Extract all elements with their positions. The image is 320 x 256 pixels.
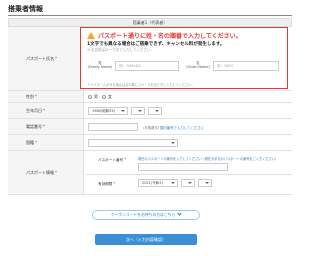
passport-name-box: パスポート通りに姓・名の順番で入力してください。 1文字でも異なる場合はご搭乗で…: [80, 27, 288, 89]
chevron-down-icon: [188, 182, 192, 184]
gender-male-label: 男: [94, 94, 98, 99]
phone-row: 電話番号* （半角数字） 国内番号で入力してください: [8, 119, 292, 135]
gender-male-radio[interactable]: [88, 95, 92, 99]
chevron-down-icon: [138, 110, 142, 112]
given-name-label: 名 (Given Name): [186, 61, 210, 69]
passport-number-input[interactable]: [138, 163, 228, 171]
birth-year-select[interactable]: 1980(昭和55): [88, 107, 128, 115]
birth-month-select[interactable]: [131, 107, 145, 115]
surname-label: 姓 (Family Name): [87, 61, 113, 69]
passenger-form-table: 搭乗者1（代表者）: [8, 18, 292, 27]
warning-row: パスポート通りに姓・名の順番で入力してください。: [87, 31, 242, 40]
gender-label: 性別*: [26, 94, 37, 99]
gender-row: 性別* 男 女: [8, 91, 292, 103]
expiry-month-select[interactable]: [181, 179, 195, 187]
chevron-down-icon: [177, 211, 182, 216]
expiry-label: 有効期限*: [98, 181, 116, 186]
chevron-down-icon: [121, 110, 125, 112]
middle-name-note: ミドルネームがある場合は名の欄にスペースを空けずに入力してください。: [87, 83, 195, 87]
expiry-year-select[interactable]: 2021(令和3): [138, 179, 178, 187]
birth-day-select[interactable]: [148, 107, 162, 115]
chevron-down-icon: [205, 182, 209, 184]
chevron-down-icon: [155, 110, 159, 112]
nationality-select[interactable]: [88, 139, 178, 147]
phone-input[interactable]: [88, 123, 138, 131]
title-divider: [8, 15, 292, 16]
coupon-code-button[interactable]: クーポンコードをお持ちの方はこちら: [92, 210, 200, 220]
chevron-down-icon: [171, 142, 175, 144]
mismatch-note: 1文字でも異なる場合はご搭乗できず、キャンセル料が発生します。: [87, 42, 225, 47]
phone-label: 電話番号*: [26, 124, 45, 129]
passport-number-label: パスポート番号*: [98, 157, 127, 162]
sub-divider: [86, 174, 292, 175]
phone-hint-link: 国内番号で入力してください: [160, 126, 204, 130]
passport-info-label: パスポート情報*: [26, 170, 57, 175]
surname-input[interactable]: 例：YAMADA: [115, 61, 179, 71]
expiry-day-select[interactable]: [198, 179, 212, 187]
passport-name-label: パスポート氏名*: [26, 56, 57, 61]
warning-text: パスポート通りに姓・名の順番で入力してください。: [98, 33, 242, 40]
warning-icon: [87, 32, 95, 39]
gender-female-label: 女: [108, 94, 112, 99]
romaji-note: ※ お名前はローマ字で入力してください。: [87, 48, 154, 52]
passport-number-hint: 現在のパスポートの番号を入力してください（現在お手元のパスポートの番号をご入力く…: [138, 157, 279, 161]
nationality-label: 国籍*: [26, 140, 37, 145]
birthday-label: 生年月日*: [26, 108, 45, 113]
phone-hint: （半角数字）: [141, 126, 162, 130]
given-name-input[interactable]: 例：TARO: [213, 61, 279, 71]
birthday-row: 生年月日* 1980(昭和55): [8, 103, 292, 119]
table-header: 搭乗者1（代表者）: [8, 18, 292, 27]
section-title: 搭乗者情報: [8, 5, 43, 13]
next-button[interactable]: 次へ（入力内容確認）: [95, 234, 197, 245]
nationality-row: 国籍*: [8, 135, 292, 151]
passport-info-row: パスポート情報* パスポート番号* 現在のパスポートの番号を入力してください（現…: [8, 151, 292, 195]
chevron-down-icon: [171, 182, 175, 184]
label-cell: パスポート氏名*: [8, 27, 84, 90]
gender-female-radio[interactable]: [102, 95, 106, 99]
